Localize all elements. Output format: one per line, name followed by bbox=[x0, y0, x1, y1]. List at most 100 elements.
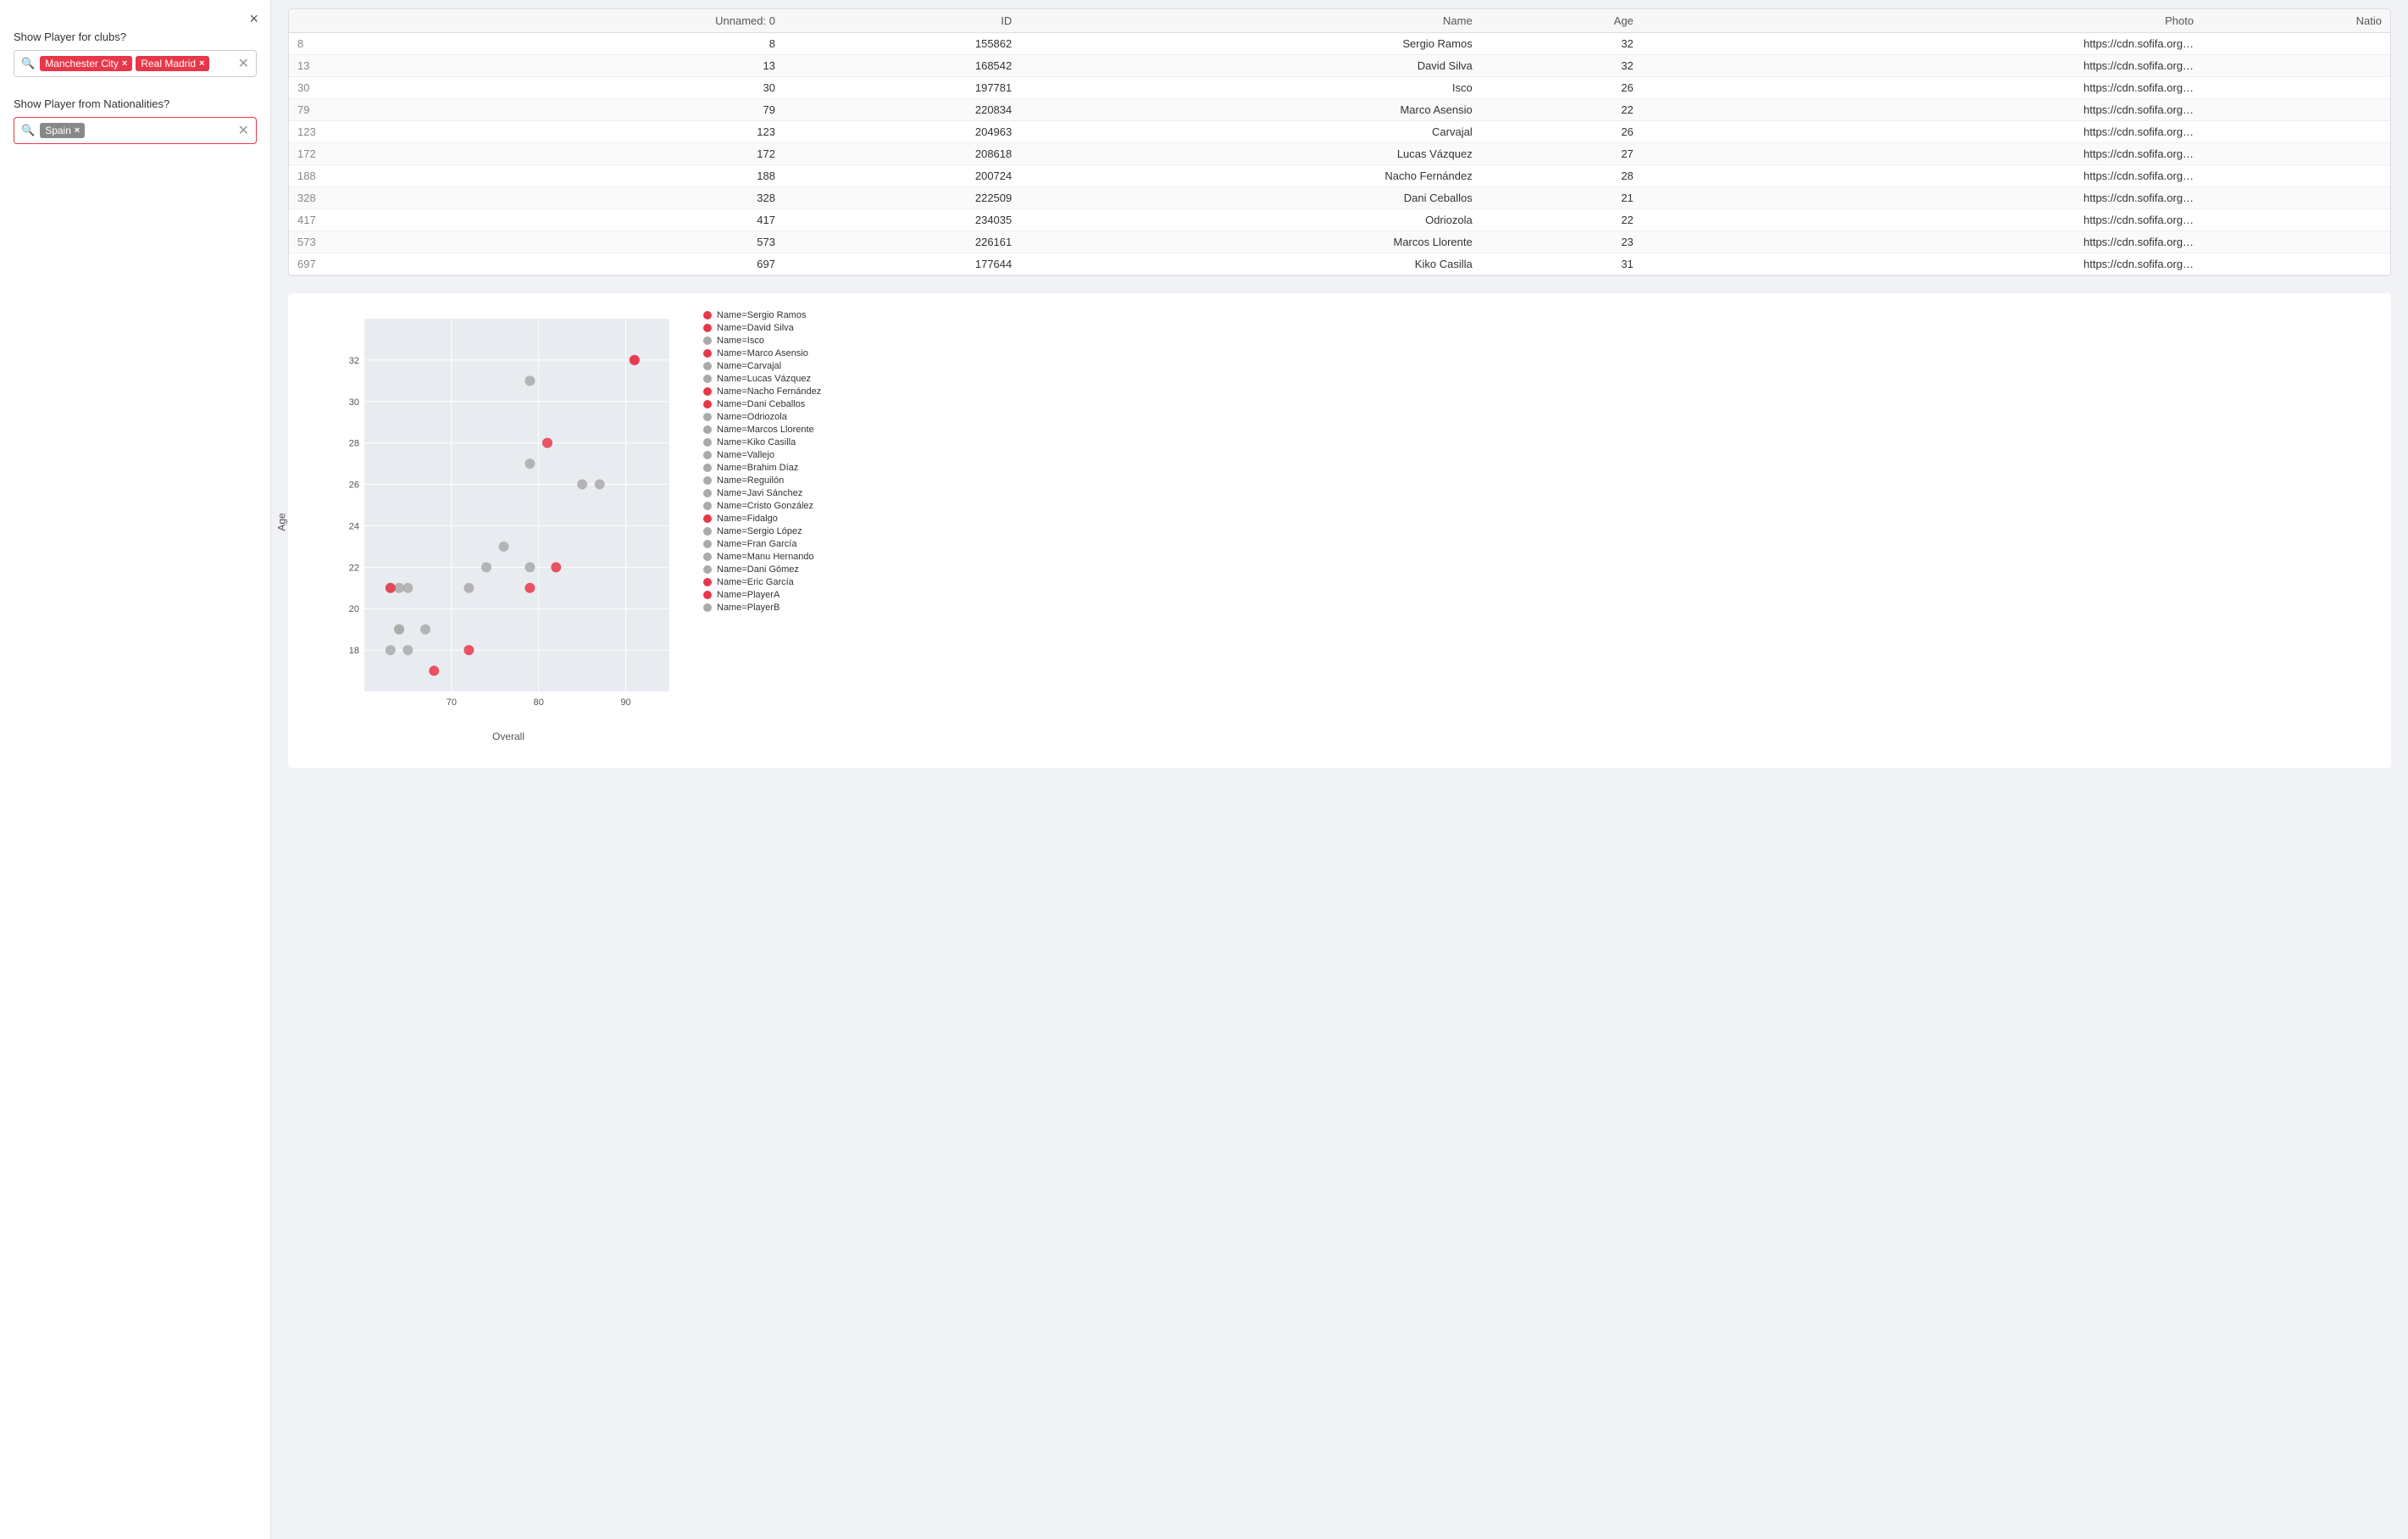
cell-id: 168542 bbox=[784, 55, 1020, 77]
clubs-section-label: Show Player for clubs? bbox=[14, 31, 257, 43]
cell-name: Marcos Llorente bbox=[1020, 231, 1480, 253]
cell-unnamed: 123 bbox=[445, 121, 784, 143]
cell-name: Nacho Fernández bbox=[1020, 165, 1480, 187]
cell-id: 200724 bbox=[784, 165, 1020, 187]
scatter-point bbox=[463, 583, 474, 593]
legend-label: Name=Carvajal bbox=[717, 361, 781, 371]
scatter-point bbox=[595, 480, 605, 490]
legend-dot bbox=[703, 502, 712, 510]
real-madrid-remove[interactable]: × bbox=[199, 58, 204, 69]
legend-dot bbox=[703, 578, 712, 586]
legend-label: Name=Sergio López bbox=[717, 526, 802, 536]
svg-text:80: 80 bbox=[534, 697, 544, 708]
cell-age: 27 bbox=[1481, 143, 1642, 165]
legend-label: Name=Vallejo bbox=[717, 450, 774, 460]
clubs-clear-all-button[interactable]: ✕ bbox=[238, 55, 249, 72]
svg-text:22: 22 bbox=[349, 563, 359, 573]
legend-item: Name=Marco Asensio bbox=[703, 348, 821, 358]
scatter-point bbox=[402, 583, 413, 593]
svg-text:32: 32 bbox=[349, 356, 359, 366]
legend-dot bbox=[703, 591, 712, 599]
legend-item: Name=Kiko Casilla bbox=[703, 437, 821, 447]
cell-nation bbox=[2202, 55, 2390, 77]
legend-item: Name=Cristo González bbox=[703, 501, 821, 511]
legend-item: Name=Odriozola bbox=[703, 412, 821, 422]
cell-index: 30 bbox=[289, 77, 445, 99]
col-index bbox=[289, 9, 445, 33]
legend-label: Name=Dani Ceballos bbox=[717, 399, 805, 409]
cell-id: 155862 bbox=[784, 33, 1020, 55]
tag-label: Real Madrid bbox=[141, 58, 196, 69]
cell-photo: https://cdn.sofifa.org… bbox=[1642, 33, 2202, 55]
cell-nation bbox=[2202, 231, 2390, 253]
clubs-tag-input[interactable]: 🔍 Manchester City × Real Madrid × ✕ bbox=[14, 50, 257, 77]
nationalities-clear-all-button[interactable]: ✕ bbox=[238, 122, 249, 139]
cell-name: Lucas Vázquez bbox=[1020, 143, 1480, 165]
nationalities-tag-input[interactable]: 🔍 Spain × ✕ bbox=[14, 117, 257, 144]
scatter-point bbox=[524, 375, 535, 386]
table-row: 123 123 204963 Carvajal 26 https://cdn.s… bbox=[289, 121, 2390, 143]
table-row: 573 573 226161 Marcos Llorente 23 https:… bbox=[289, 231, 2390, 253]
tag-label: Spain bbox=[45, 125, 71, 136]
svg-text:28: 28 bbox=[349, 439, 359, 449]
cell-unnamed: 417 bbox=[445, 209, 784, 231]
legend-item: Name=Sergio López bbox=[703, 526, 821, 536]
cell-index: 123 bbox=[289, 121, 445, 143]
legend-dot bbox=[703, 476, 712, 485]
cell-nation bbox=[2202, 33, 2390, 55]
legend-label: Name=Eric García bbox=[717, 577, 794, 587]
scatter-point bbox=[402, 645, 413, 655]
legend-item: Name=Manu Hernando bbox=[703, 552, 821, 562]
scatter-point bbox=[386, 583, 396, 593]
legend-item: Name=Dani Ceballos bbox=[703, 399, 821, 409]
table-row: 188 188 200724 Nacho Fernández 28 https:… bbox=[289, 165, 2390, 187]
data-table: Unnamed: 0 ID Name Age Photo Natio 8 8 1… bbox=[289, 9, 2390, 275]
legend-item: Name=Lucas Vázquez bbox=[703, 374, 821, 384]
cell-nation bbox=[2202, 77, 2390, 99]
legend-dot bbox=[703, 451, 712, 459]
cell-name: Isco bbox=[1020, 77, 1480, 99]
cell-age: 23 bbox=[1481, 231, 1642, 253]
scatter-point bbox=[394, 583, 404, 593]
legend-item: Name=Fidalgo bbox=[703, 514, 821, 524]
table-row: 30 30 197781 Isco 26 https://cdn.sofifa.… bbox=[289, 77, 2390, 99]
data-table-container: Unnamed: 0 ID Name Age Photo Natio 8 8 1… bbox=[288, 8, 2391, 276]
legend-dot bbox=[703, 489, 712, 497]
cell-index: 417 bbox=[289, 209, 445, 231]
legend-label: Name=Kiko Casilla bbox=[717, 437, 796, 447]
cell-nation bbox=[2202, 165, 2390, 187]
legend-label: Name=David Silva bbox=[717, 323, 794, 333]
legend-label: Name=Javi Sánchez bbox=[717, 488, 802, 498]
cell-photo: https://cdn.sofifa.org… bbox=[1642, 143, 2202, 165]
cell-name: Sergio Ramos bbox=[1020, 33, 1480, 55]
legend-label: Name=Manu Hernando bbox=[717, 552, 814, 562]
legend-item: Name=Marcos Llorente bbox=[703, 425, 821, 435]
legend-label: Name=Lucas Vázquez bbox=[717, 374, 811, 384]
manchester-city-remove[interactable]: × bbox=[122, 58, 127, 69]
cell-id: 234035 bbox=[784, 209, 1020, 231]
spain-remove[interactable]: × bbox=[75, 125, 80, 136]
cell-photo: https://cdn.sofifa.org… bbox=[1642, 231, 2202, 253]
legend-dot bbox=[703, 349, 712, 358]
col-age: Age bbox=[1481, 9, 1642, 33]
real-madrid-tag[interactable]: Real Madrid × bbox=[136, 56, 209, 71]
legend-dot bbox=[703, 425, 712, 434]
legend-label: Name=Brahim Díaz bbox=[717, 463, 798, 473]
scatter-point bbox=[577, 480, 587, 490]
cell-age: 32 bbox=[1481, 55, 1642, 77]
cell-name: David Silva bbox=[1020, 55, 1480, 77]
cell-age: 32 bbox=[1481, 33, 1642, 55]
close-button[interactable]: × bbox=[249, 10, 258, 28]
cell-index: 697 bbox=[289, 253, 445, 275]
cell-id: 226161 bbox=[784, 231, 1020, 253]
manchester-city-tag[interactable]: Manchester City × bbox=[40, 56, 132, 71]
search-icon: 🔍 bbox=[21, 124, 35, 137]
table-row: 172 172 208618 Lucas Vázquez 27 https://… bbox=[289, 143, 2390, 165]
cell-index: 172 bbox=[289, 143, 445, 165]
scatter-point bbox=[429, 666, 439, 676]
legend-dot bbox=[703, 464, 712, 472]
svg-text:24: 24 bbox=[349, 521, 359, 531]
svg-text:26: 26 bbox=[349, 481, 359, 491]
spain-tag[interactable]: Spain × bbox=[40, 123, 85, 138]
cell-nation bbox=[2202, 209, 2390, 231]
